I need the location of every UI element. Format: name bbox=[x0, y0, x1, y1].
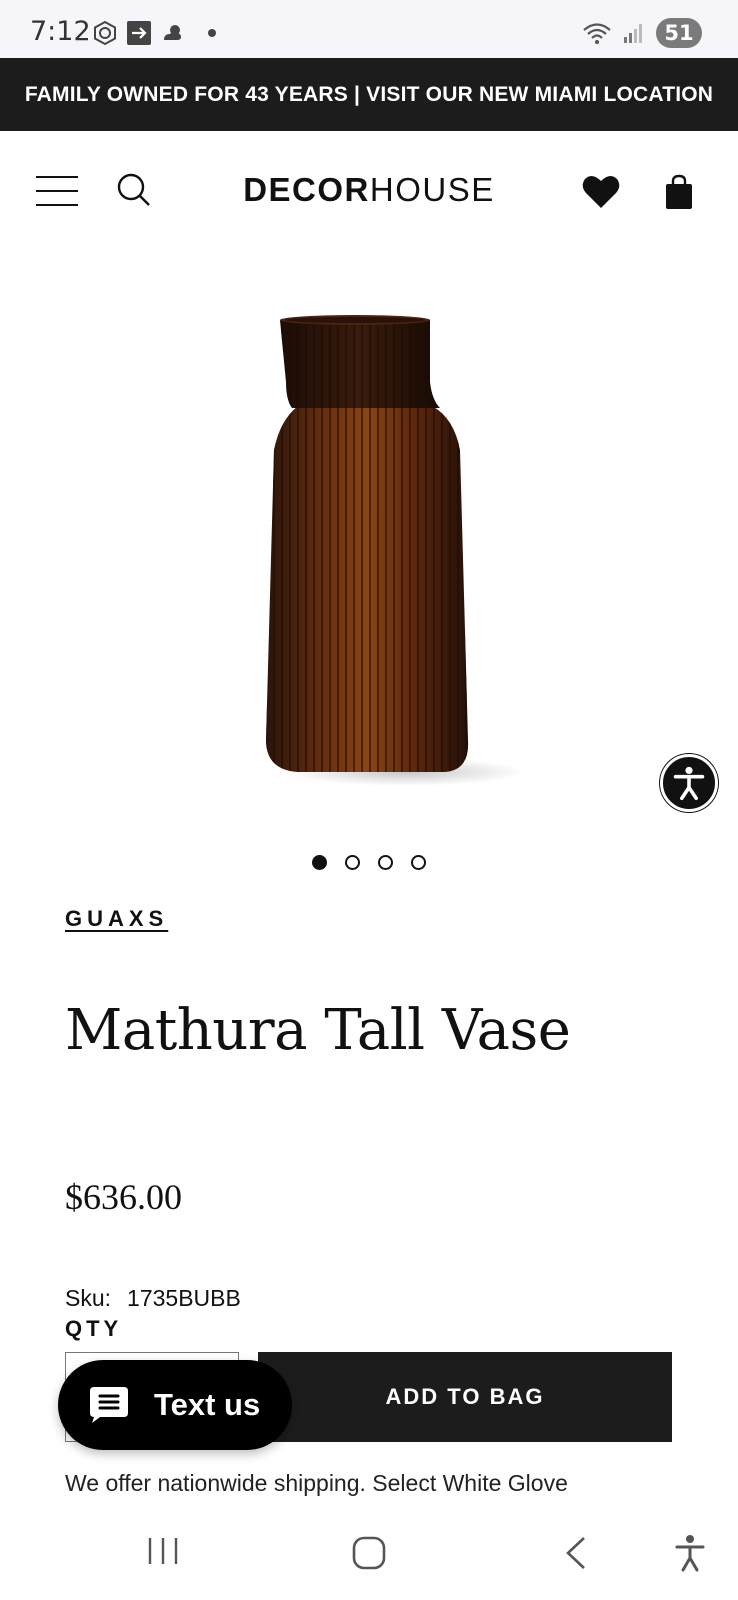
carousel-dot[interactable] bbox=[345, 855, 360, 870]
arrow-box-icon bbox=[127, 21, 151, 45]
system-navigation-bar bbox=[0, 1500, 738, 1600]
crypto-app-icon bbox=[94, 20, 116, 46]
accessibility-icon[interactable] bbox=[674, 1534, 706, 1572]
sku-value: 1735BUBB bbox=[127, 1285, 241, 1311]
carousel-dot[interactable] bbox=[411, 855, 426, 870]
status-time: 7:12 bbox=[30, 16, 91, 47]
sku-label: Sku: bbox=[65, 1285, 112, 1311]
status-system-icons: 51 bbox=[582, 18, 702, 48]
accessibility-widget-button[interactable] bbox=[660, 754, 718, 812]
product-price: $636.00 bbox=[65, 1177, 182, 1217]
recent-apps-icon[interactable] bbox=[146, 1536, 180, 1566]
chat-bubble-icon bbox=[90, 1387, 128, 1423]
logo-bold-text: DECOR bbox=[243, 171, 370, 208]
wishlist-heart-icon[interactable] bbox=[582, 174, 620, 210]
text-us-label: Text us bbox=[154, 1387, 261, 1422]
home-icon[interactable] bbox=[352, 1536, 386, 1570]
battery-indicator: 51 bbox=[656, 18, 702, 48]
site-header: DECORHOUSE bbox=[0, 131, 738, 253]
shipping-note: We offer nationwide shipping. Select Whi… bbox=[65, 1470, 568, 1496]
quantity-label: QTY bbox=[65, 1316, 123, 1341]
back-icon[interactable] bbox=[564, 1536, 588, 1570]
logo-light-text: HOUSE bbox=[369, 171, 495, 208]
announcement-bar[interactable]: FAMILY OWNED FOR 43 YEARS | VISIT OUR NE… bbox=[0, 58, 738, 131]
site-logo[interactable]: DECORHOUSE bbox=[0, 171, 738, 209]
shopping-bag-icon[interactable] bbox=[664, 174, 694, 210]
product-brand-link[interactable]: GUAXS bbox=[65, 906, 168, 932]
image-carousel-dots bbox=[312, 855, 426, 870]
signal-icon bbox=[624, 24, 642, 43]
weather-icon bbox=[164, 25, 181, 40]
product-image-vase[interactable] bbox=[240, 300, 530, 820]
carousel-dot[interactable] bbox=[378, 855, 393, 870]
text-us-chat-button[interactable]: Text us bbox=[58, 1360, 292, 1450]
status-bar: 7:12 51 bbox=[0, 0, 738, 58]
add-to-bag-button[interactable]: ADD TO BAG bbox=[258, 1352, 672, 1442]
carousel-dot[interactable] bbox=[312, 855, 327, 870]
product-title: Mathura Tall Vase bbox=[65, 998, 571, 1063]
notification-dot bbox=[208, 29, 216, 37]
status-notification-icons bbox=[92, 20, 216, 46]
product-sku: Sku: 1735BUBB bbox=[65, 1285, 241, 1312]
wifi-icon bbox=[583, 23, 611, 44]
